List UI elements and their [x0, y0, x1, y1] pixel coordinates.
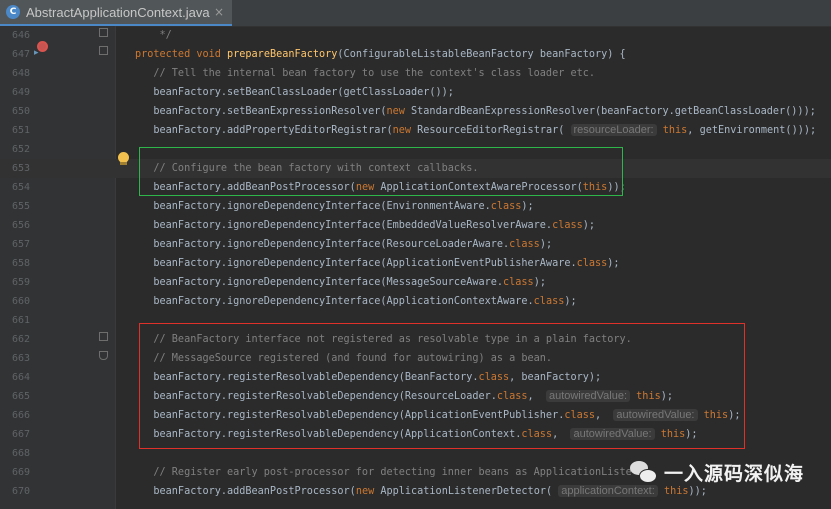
- code-line[interactable]: 650 beanFactory.setBeanExpressionResolve…: [0, 102, 831, 121]
- code-text[interactable]: beanFactory.setBeanClassLoader(getClassL…: [135, 83, 454, 102]
- line-number: 666: [11, 410, 30, 421]
- line-number: 653: [11, 163, 30, 174]
- tab-title: AbstractApplicationContext.java: [26, 4, 210, 20]
- code-text[interactable]: beanFactory.addBeanPostProcessor(new App…: [135, 482, 707, 501]
- line-number: 670: [11, 486, 30, 497]
- wechat-icon: [630, 458, 658, 486]
- code-text[interactable]: // Register early post-processor for det…: [135, 463, 631, 482]
- line-number: 650: [11, 106, 30, 117]
- java-class-icon: C: [6, 5, 20, 19]
- close-tab-icon[interactable]: ×: [214, 5, 224, 19]
- code-line[interactable]: 649 beanFactory.setBeanClassLoader(getCl…: [0, 83, 831, 102]
- code-line[interactable]: 657 beanFactory.ignoreDependencyInterfac…: [0, 235, 831, 254]
- code-line[interactable]: 660 beanFactory.ignoreDependencyInterfac…: [0, 292, 831, 311]
- tab-abstract-application-context[interactable]: C AbstractApplicationContext.java ×: [0, 0, 232, 26]
- line-number: 658: [11, 258, 30, 269]
- code-text[interactable]: beanFactory.setBeanExpressionResolver(ne…: [135, 102, 815, 121]
- fold-marker-icon[interactable]: [99, 46, 108, 55]
- line-number: 657: [11, 239, 30, 250]
- line-number: 667: [11, 429, 30, 440]
- editor-tab-bar: C AbstractApplicationContext.java ×: [0, 0, 831, 27]
- code-text[interactable]: beanFactory.ignoreDependencyInterface(Me…: [135, 273, 546, 292]
- code-text[interactable]: beanFactory.ignoreDependencyInterface(Ap…: [135, 254, 619, 273]
- line-number: 649: [11, 87, 30, 98]
- line-number: 665: [11, 391, 30, 402]
- line-number: 656: [11, 220, 30, 231]
- line-number: 660: [11, 296, 30, 307]
- implementation-arrow-icon[interactable]: ▸: [34, 48, 39, 58]
- line-number: 647: [11, 49, 30, 60]
- code-line[interactable]: 651 beanFactory.addPropertyEditorRegistr…: [0, 121, 831, 140]
- fold-end-marker-icon[interactable]: [99, 351, 108, 360]
- code-line[interactable]: 655 beanFactory.ignoreDependencyInterfac…: [0, 197, 831, 216]
- code-line[interactable]: 647 protected void prepareBeanFactory(Con…: [0, 45, 831, 64]
- highlight-box-green: [139, 147, 623, 196]
- line-number: 664: [11, 372, 30, 383]
- watermark-text: 一入源码深似海: [664, 462, 805, 485]
- code-line[interactable]: 656 beanFactory.ignoreDependencyInterfac…: [0, 216, 831, 235]
- line-number: 663: [11, 353, 30, 364]
- code-line[interactable]: 658 beanFactory.ignoreDependencyInterfac…: [0, 254, 831, 273]
- highlight-box-red: [139, 323, 745, 449]
- line-number: 661: [11, 315, 30, 326]
- fold-marker-icon[interactable]: [99, 28, 108, 37]
- line-number: 646: [11, 30, 30, 41]
- code-text[interactable]: // Tell the internal bean factory to use…: [135, 64, 595, 83]
- line-number: 651: [11, 125, 30, 136]
- code-text[interactable]: protected void prepareBeanFactory(Config…: [135, 45, 626, 64]
- line-number: 669: [11, 467, 30, 478]
- line-number: 655: [11, 201, 30, 212]
- line-number: 648: [11, 68, 30, 79]
- code-line[interactable]: 646 */: [0, 26, 831, 45]
- line-number: 652: [11, 144, 30, 155]
- code-text[interactable]: */: [135, 26, 172, 45]
- code-text[interactable]: beanFactory.addPropertyEditorRegistrar(n…: [135, 121, 816, 140]
- code-text[interactable]: beanFactory.ignoreDependencyInterface(Em…: [135, 216, 595, 235]
- line-number: 659: [11, 277, 30, 288]
- code-line[interactable]: 659 beanFactory.ignoreDependencyInterfac…: [0, 273, 831, 292]
- code-text[interactable]: beanFactory.ignoreDependencyInterface(Ap…: [135, 292, 576, 311]
- line-number: 662: [11, 334, 30, 345]
- watermark: 一入源码深似海: [630, 458, 804, 486]
- code-line[interactable]: 648 // Tell the internal bean factory to…: [0, 64, 831, 83]
- line-number: 668: [11, 448, 30, 459]
- code-text[interactable]: beanFactory.ignoreDependencyInterface(Re…: [135, 235, 552, 254]
- code-text[interactable]: beanFactory.ignoreDependencyInterface(En…: [135, 197, 533, 216]
- lightbulb-base-icon: [120, 162, 127, 165]
- fold-marker-icon[interactable]: [99, 332, 108, 341]
- line-number: 654: [11, 182, 30, 193]
